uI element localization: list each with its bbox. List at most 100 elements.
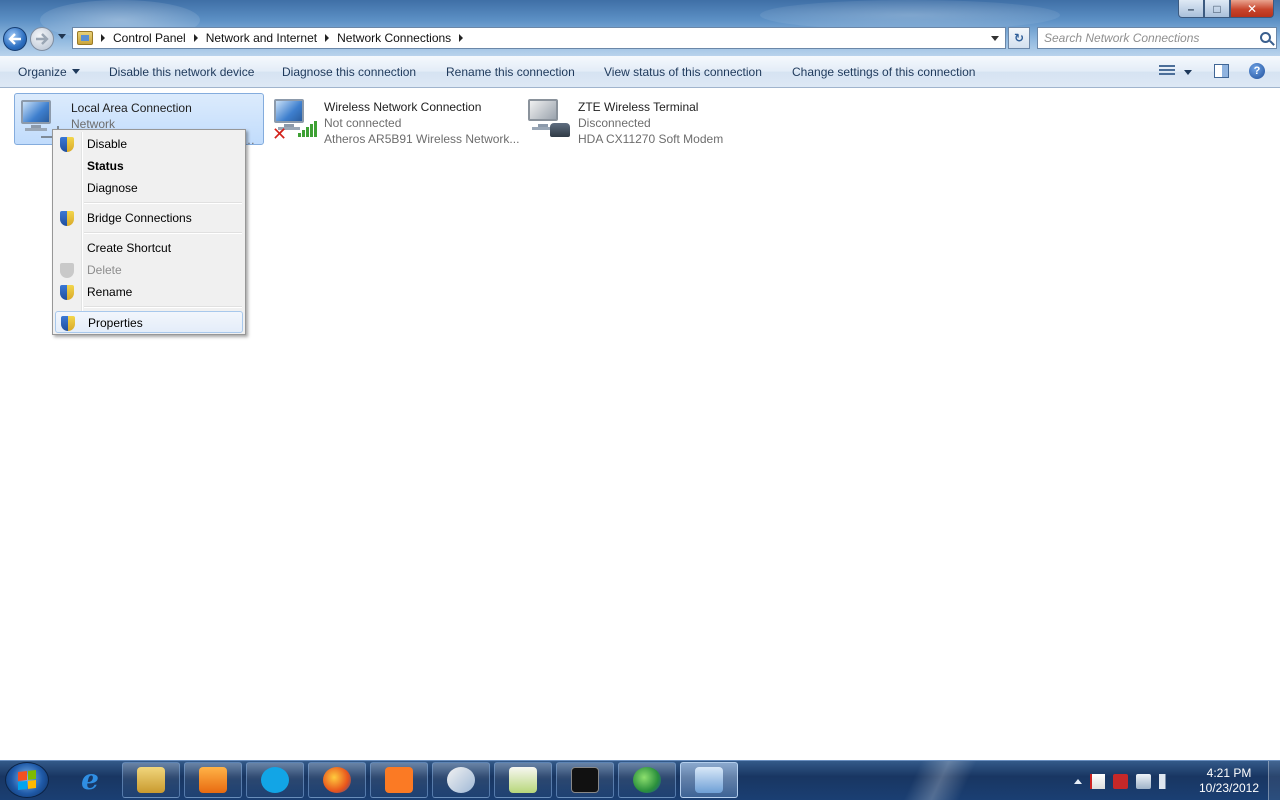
- notification-area: [1074, 771, 1174, 791]
- dialup-modem-icon: [526, 97, 570, 141]
- forward-arrow-icon: [36, 33, 49, 45]
- folder-icon: [137, 767, 165, 793]
- menu-separator: [84, 232, 242, 234]
- show-desktop-button[interactable]: [1268, 761, 1280, 800]
- organize-button[interactable]: Organize: [18, 65, 80, 79]
- rename-connection-button[interactable]: Rename this connection: [446, 65, 575, 79]
- search-icon[interactable]: [1260, 32, 1271, 43]
- minimize-button[interactable]: –: [1178, 0, 1204, 18]
- forward-button[interactable]: [30, 27, 54, 51]
- security-alert-icon[interactable]: [1113, 773, 1128, 789]
- control-panel-icon: [77, 31, 93, 45]
- menu-item-label: Delete: [87, 263, 122, 277]
- back-arrow-icon: [8, 33, 21, 45]
- media-player-button[interactable]: [184, 762, 242, 798]
- change-view-icon[interactable]: [1159, 65, 1175, 79]
- system-clock[interactable]: 4:21 PM 10/23/2012: [1193, 766, 1265, 796]
- action-center-flag-icon[interactable]: [1090, 773, 1105, 789]
- skype-icon: [261, 767, 289, 793]
- paint-palette-icon: [447, 767, 475, 793]
- menu-item-properties[interactable]: Properties: [55, 311, 243, 333]
- notepad-icon: [509, 767, 537, 793]
- help-icon[interactable]: ?: [1249, 63, 1265, 79]
- menu-item-create-shortcut[interactable]: Create Shortcut: [55, 237, 243, 259]
- menu-item-label: Properties: [88, 316, 143, 330]
- change-settings-button[interactable]: Change settings of this connection: [792, 65, 975, 79]
- chevron-down-icon: [71, 69, 80, 74]
- minimize-icon: –: [1187, 1, 1195, 16]
- internet-explorer-button[interactable]: e: [62, 764, 118, 796]
- uac-shield-icon: [60, 263, 74, 278]
- menu-item-rename[interactable]: Rename: [55, 281, 243, 303]
- network-globe-button[interactable]: [618, 762, 676, 798]
- firefox-icon: [323, 767, 351, 793]
- red-x-icon: ✕: [272, 124, 288, 144]
- search-input[interactable]: [1044, 31, 1254, 45]
- refresh-icon: ↻: [1013, 31, 1025, 45]
- paint-button[interactable]: [432, 762, 490, 798]
- signal-bars-icon: [298, 121, 320, 137]
- preview-pane-icon[interactable]: [1214, 64, 1229, 78]
- search-box[interactable]: [1037, 27, 1277, 49]
- breadcrumb-chevron-icon[interactable]: [325, 34, 330, 42]
- back-button[interactable]: [3, 27, 27, 51]
- firefox-button[interactable]: [308, 762, 366, 798]
- aero-glow: [760, 0, 1060, 30]
- connection-status: Disconnected: [578, 116, 651, 130]
- show-hidden-icons-icon[interactable]: [1074, 778, 1082, 784]
- menu-separator: [84, 202, 242, 204]
- breadcrumb-chevron-icon[interactable]: [101, 34, 105, 42]
- uac-shield-icon: [60, 137, 74, 152]
- breadcrumb-control-panel[interactable]: Control Panel: [113, 31, 186, 45]
- close-icon: ✕: [1246, 1, 1258, 16]
- clock-date: 10/23/2012: [1198, 781, 1260, 795]
- connection-device: HDA CX11270 Soft Modem: [578, 132, 724, 146]
- menu-item-label: Status: [87, 159, 124, 173]
- recent-pages-dropdown[interactable]: [58, 34, 66, 39]
- maximize-icon: □: [1213, 1, 1221, 16]
- breadcrumb-network-and-internet[interactable]: Network and Internet: [206, 31, 317, 45]
- diagnose-connection-button[interactable]: Diagnose this connection: [282, 65, 416, 79]
- organize-label: Organize: [18, 65, 67, 79]
- uac-shield-icon: [61, 316, 75, 331]
- menu-item-label: Disable: [87, 137, 128, 151]
- telephone-icon: [550, 123, 570, 137]
- control-panel-button[interactable]: [680, 762, 738, 798]
- command-prompt-button[interactable]: [556, 762, 614, 798]
- view-status-button[interactable]: View status of this connection: [604, 65, 762, 79]
- network-tray-icon[interactable]: [1136, 773, 1151, 789]
- media-player-icon: [199, 767, 227, 793]
- address-dropdown-icon[interactable]: [991, 36, 999, 41]
- skype-button[interactable]: [246, 762, 304, 798]
- breadcrumb-chevron-icon[interactable]: [193, 34, 198, 42]
- menu-item-bridge-connections[interactable]: Bridge Connections: [55, 207, 243, 229]
- volume-icon[interactable]: [1159, 773, 1174, 789]
- breadcrumb-network-connections[interactable]: Network Connections: [337, 31, 451, 45]
- notepad-plus-plus-button[interactable]: [494, 762, 552, 798]
- context-menu: Disable Status Diagnose Bridge Connectio…: [52, 129, 246, 335]
- menu-item-disable[interactable]: Disable: [55, 133, 243, 155]
- windows-explorer-button[interactable]: [122, 762, 180, 798]
- clock-time: 4:21 PM: [1206, 766, 1252, 780]
- connection-item-zte[interactable]: ZTE Wireless Terminal Disconnected HDA C…: [522, 93, 772, 146]
- start-button[interactable]: [5, 762, 49, 798]
- maximize-button[interactable]: □: [1204, 0, 1230, 18]
- refresh-button[interactable]: ↻: [1008, 27, 1030, 49]
- views-dropdown-icon[interactable]: [1184, 70, 1192, 75]
- windows-logo-icon: [18, 770, 36, 790]
- internet-explorer-icon: e: [81, 763, 99, 796]
- connection-name: ZTE Wireless Terminal: [578, 100, 699, 114]
- menu-item-label: Bridge Connections: [87, 211, 192, 225]
- disable-device-button[interactable]: Disable this network device: [109, 65, 254, 79]
- wireless-network-icon: ✕: [272, 97, 317, 144]
- menu-item-label: Create Shortcut: [87, 241, 172, 255]
- breadcrumb-chevron-icon[interactable]: [459, 34, 464, 42]
- menu-item-diagnose[interactable]: Diagnose: [55, 177, 243, 199]
- close-button[interactable]: ✕: [1230, 0, 1274, 18]
- xampp-icon: [385, 767, 413, 793]
- uac-shield-icon: [60, 211, 74, 226]
- connection-item-wireless[interactable]: ✕ Wireless Network Connection Not connec…: [268, 93, 519, 146]
- menu-item-status[interactable]: Status: [55, 155, 243, 177]
- address-bar[interactable]: Control Panel Network and Internet Netwo…: [72, 27, 1006, 49]
- xampp-button[interactable]: [370, 762, 428, 798]
